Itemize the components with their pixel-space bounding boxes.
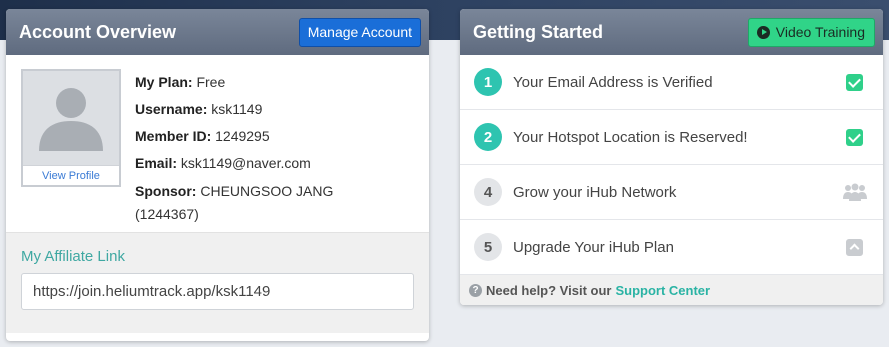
username-label: Username: [135,101,208,117]
step-item-upgrade-plan[interactable]: 5 Upgrade Your iHub Plan [460,220,883,275]
username-value: ksk1149 [211,101,263,117]
plan-row: My Plan: Free [135,69,355,96]
step-number: 1 [474,68,502,96]
account-overview-title: Account Overview [19,21,177,42]
account-details: View Profile My Plan: Free Username: ksk… [6,55,429,232]
member-id-row: Member ID: 1249295 [135,123,355,150]
affiliate-section: My Affiliate Link [6,232,429,333]
manage-account-button[interactable]: Manage Account [298,17,421,47]
upgrade-icon [846,238,863,256]
account-info-list: My Plan: Free Username: ksk1149 Member I… [135,69,355,232]
sponsor-label: Sponsor: [135,183,197,199]
account-overview-card: Account Overview Manage Account View Pro… [6,9,429,341]
email-value: ksk1149@naver.com [180,155,311,171]
getting-started-title: Getting Started [473,21,604,42]
getting-started-header: Getting Started Video Training [460,9,883,55]
view-profile-link[interactable]: View Profile [23,165,119,185]
step-label: Grow your iHub Network [513,183,677,201]
sponsor-row: Sponsor: CHEUNGSOO JANG (1244367) [135,180,355,226]
help-text: Need help? Visit our [486,283,612,298]
step-item-hotspot-reserved[interactable]: 2 Your Hotspot Location is Reserved! [460,110,883,165]
plan-value: Free [196,74,226,90]
people-icon [843,183,867,201]
account-overview-header: Account Overview Manage Account [6,9,429,55]
user-silhouette-icon [39,88,103,151]
step-label: Your Email Address is Verified [513,73,713,91]
step-number: 2 [474,123,502,151]
email-row: Email: ksk1149@naver.com [135,150,355,177]
member-id-value: 1249295 [215,128,270,144]
check-icon [846,73,863,91]
affiliate-link-title: My Affiliate Link [21,248,125,265]
help-footer: ? Need help? Visit our Support Center [460,275,883,305]
question-icon: ? [469,284,482,297]
avatar[interactable]: View Profile [21,69,121,187]
affiliate-link-input[interactable] [21,273,414,310]
getting-started-card: Getting Started Video Training 1 Your Em… [460,9,883,305]
username-row: Username: ksk1149 [135,96,355,123]
plan-label: My Plan: [135,74,193,90]
step-number: 5 [474,233,502,261]
step-item-email-verified[interactable]: 1 Your Email Address is Verified [460,55,883,110]
member-id-label: Member ID: [135,128,212,144]
check-icon [846,128,863,146]
step-number: 4 [474,178,502,206]
video-training-button[interactable]: Video Training [747,17,875,47]
email-label: Email: [135,155,178,171]
support-center-link[interactable]: Support Center [615,283,710,298]
video-training-label: Video Training [775,24,865,40]
step-label: Upgrade Your iHub Plan [513,238,674,256]
step-item-grow-network[interactable]: 4 Grow your iHub Network [460,165,883,220]
step-label: Your Hotspot Location is Reserved! [513,128,748,146]
play-icon [756,25,770,39]
